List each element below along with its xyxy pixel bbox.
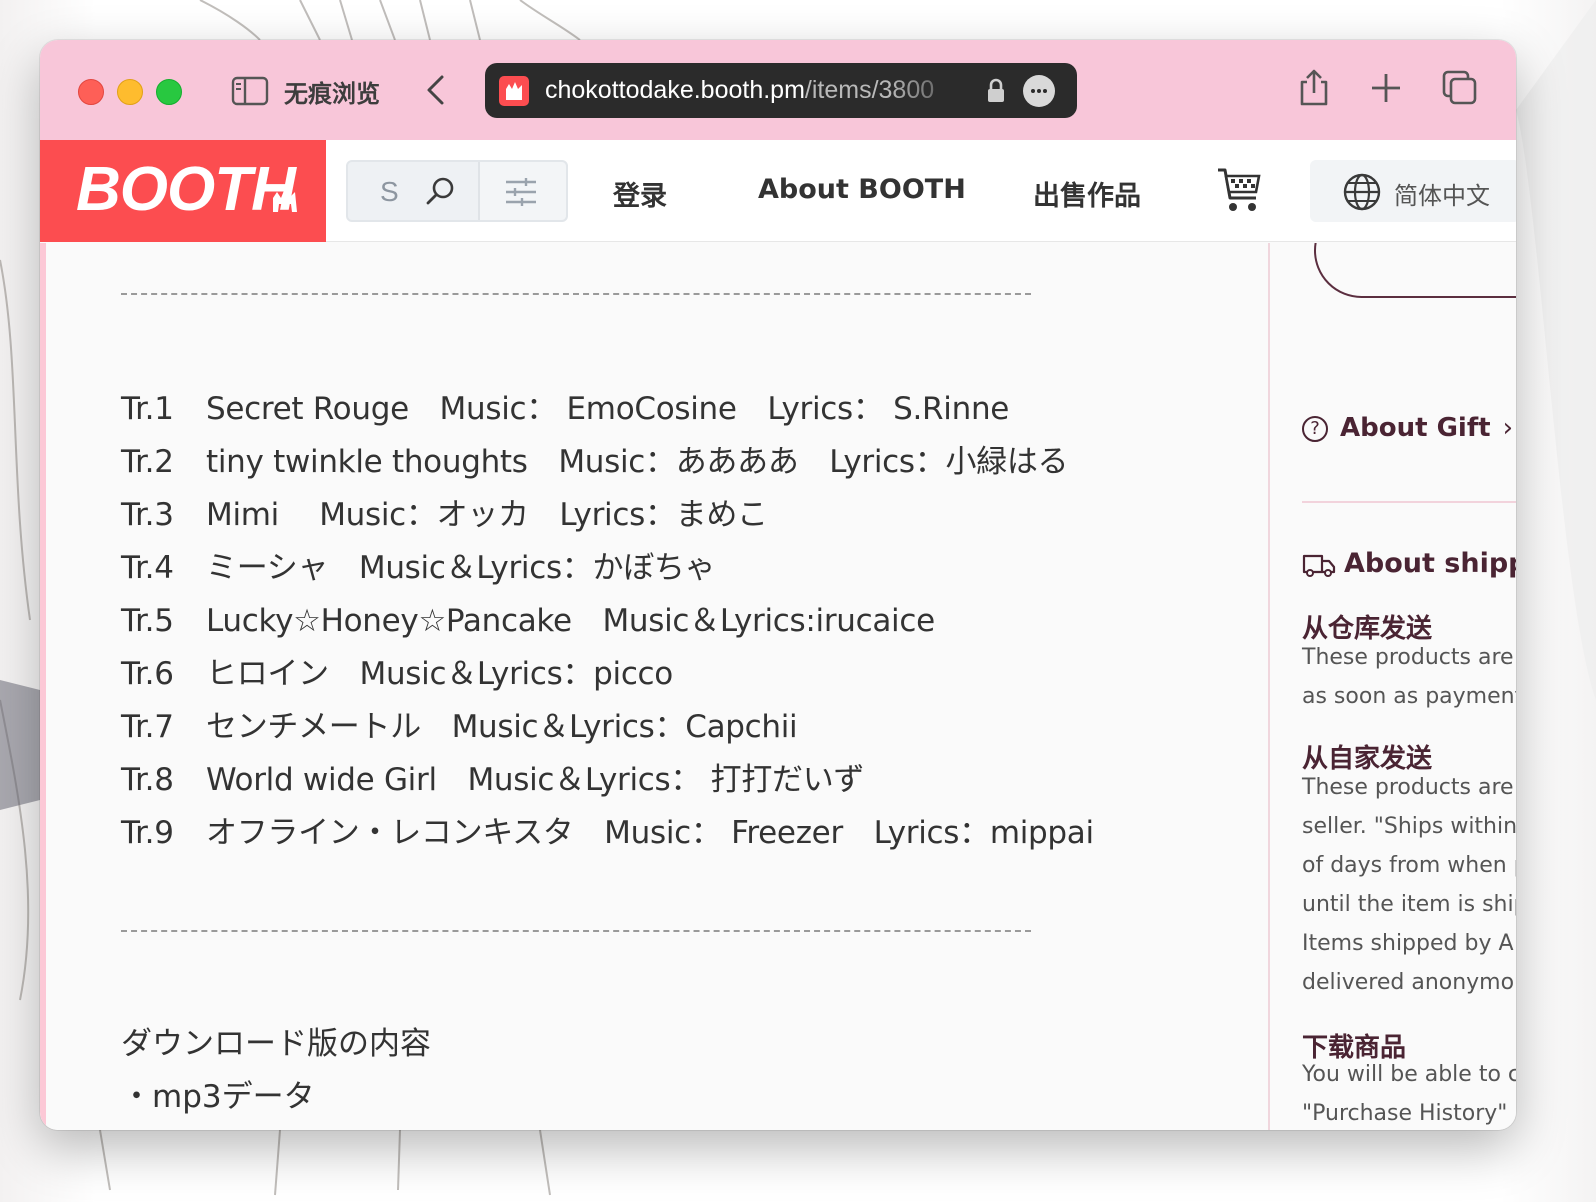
address-bar[interactable]: chokottodake.booth.pm/items/3800 — [485, 63, 1077, 118]
aside-divider — [1302, 501, 1516, 503]
track-line: Tr.8 World wide Girl Music＆Lyrics： 打打だいず — [121, 762, 865, 798]
download-contents-heading: ダウンロード版の内容 — [121, 1026, 431, 1062]
language-label: 简体中文 — [1394, 182, 1490, 210]
close-window-button[interactable] — [78, 79, 104, 105]
item-description: Tr.1 Secret Rouge Music： EmoCosine Lyrics… — [40, 243, 1268, 1130]
cart-icon[interactable] — [1216, 166, 1262, 214]
logo-text: BOOTH — [76, 155, 296, 224]
home-shipping-text: These products are seller. "Ships within… — [1302, 775, 1516, 995]
dashed-divider — [121, 293, 1031, 295]
search-box[interactable]: S — [346, 160, 568, 222]
globe-icon — [1343, 173, 1381, 211]
booth-camel-icon — [273, 188, 297, 212]
track-line: Tr.4 ミーシャ Music＆Lyrics：かぼちゃ — [121, 550, 716, 586]
login-link[interactable]: 登录 — [613, 174, 667, 213]
about-gift-link[interactable]: ? About Gift › — [1302, 413, 1513, 443]
about-booth-link[interactable]: About BOOTH — [758, 174, 966, 205]
booth-favicon-icon — [499, 76, 529, 106]
site-header: BOOTH S 登录 About BOOTH 出售作品 简体中文 — [40, 140, 1516, 242]
track-line: Tr.7 センチメートル Music＆Lyrics：Capchii — [121, 709, 798, 745]
back-arrow-icon[interactable] — [424, 74, 448, 106]
track-line: Tr.6 ヒロイン Music＆Lyrics：picco — [121, 656, 673, 692]
lock-icon — [988, 78, 1004, 102]
about-shipping-heading: About shippi — [1302, 548, 1516, 579]
track-line: Tr.5 Lucky☆Honey☆Pancake Music＆Lyrics:iru… — [121, 603, 935, 639]
search-divider — [478, 162, 480, 220]
browser-toolbar: 无痕浏览 chokottodake.booth.pm/items/3800 — [40, 40, 1516, 140]
new-tab-icon[interactable] — [1366, 68, 1406, 108]
dashed-divider — [121, 930, 1031, 932]
minimize-window-button[interactable] — [117, 79, 143, 105]
purchase-sidebar: ?About Gift› About shippi 从仓库发送 These pr… — [1268, 243, 1516, 1130]
sidebar-icon[interactable] — [231, 76, 269, 106]
search-icon[interactable] — [424, 174, 458, 208]
download-contents-item: ・mp3データ — [121, 1079, 315, 1115]
truck-icon — [1302, 554, 1336, 577]
browser-window: 无痕浏览 chokottodake.booth.pm/items/3800 BO… — [40, 40, 1516, 1130]
url-text: chokottodake.booth.pm/items/3800 — [545, 76, 935, 104]
tab-overview-icon[interactable] — [1440, 68, 1480, 108]
track-line: Tr.2 tiny twinkle thoughts Music：ああああ Lyr… — [121, 444, 1069, 480]
gift-button[interactable] — [1314, 243, 1516, 298]
private-browsing-label: 无痕浏览 — [284, 80, 380, 108]
more-options-icon[interactable] — [1023, 75, 1055, 107]
zoom-window-button[interactable] — [156, 79, 182, 105]
search-input[interactable]: S — [380, 176, 399, 208]
sell-works-link[interactable]: 出售作品 — [1033, 174, 1141, 213]
filter-sliders-icon[interactable] — [504, 176, 538, 208]
warehouse-shipping-text: These products are as soon as payment — [1302, 645, 1516, 709]
track-line: Tr.1 Secret Rouge Music： EmoCosine Lyrics… — [121, 391, 1010, 427]
booth-logo[interactable]: BOOTH — [40, 140, 326, 242]
track-line: Tr.9 オフライン・レコンキスタ Music： Freezer Lyrics：m… — [121, 815, 1094, 851]
question-icon: ? — [1302, 415, 1328, 442]
chevron-right-icon: › — [1502, 413, 1513, 443]
track-line: Tr.3 Mimi Music：オッカ Lyrics：まめこ — [121, 497, 768, 533]
language-selector[interactable]: 简体中文 — [1310, 160, 1516, 222]
download-item-text: You will be able to c "Purchase History" — [1302, 1062, 1516, 1126]
share-icon[interactable] — [1294, 68, 1334, 108]
